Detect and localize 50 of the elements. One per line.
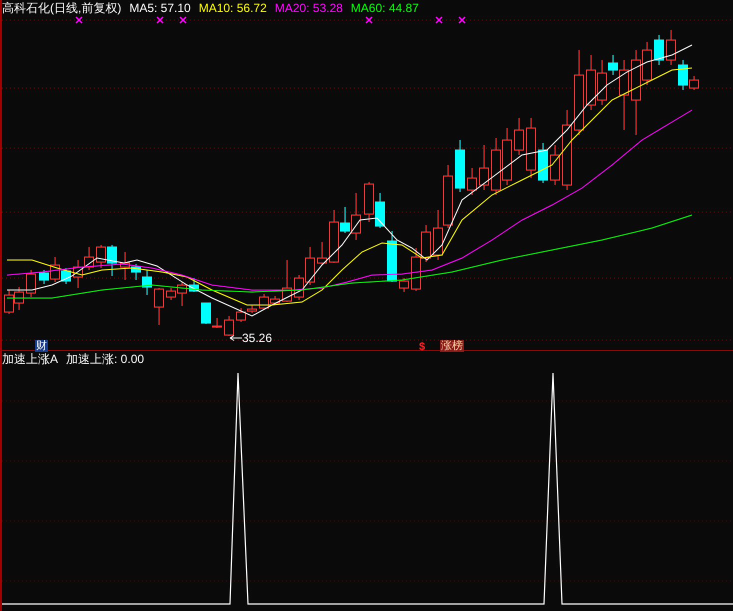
candlestick: [421, 224, 431, 262]
candlestick: [399, 278, 409, 292]
low-price-label: 35.26: [242, 330, 272, 346]
moving-average-value: MA10: 56.72: [198, 0, 267, 16]
candlestick: [550, 144, 560, 186]
candlestick: [433, 210, 443, 260]
candlestick: [96, 244, 106, 268]
candlestick: [189, 278, 199, 292]
indicator-reading: 加速上涨: 0.00: [66, 351, 144, 367]
cross-marker-icon: [156, 16, 164, 24]
candlestick: [467, 168, 477, 196]
candlestick: [364, 182, 374, 222]
candlestick: [14, 286, 24, 310]
chart-title: 高科石化(日线,前复权): [2, 0, 122, 16]
candlestick: [4, 290, 14, 314]
arrow-icon: [230, 335, 242, 341]
candlestick: [107, 244, 117, 276]
candlestick: [502, 128, 512, 186]
candlestick: [387, 230, 397, 282]
candlestick: [411, 248, 421, 292]
candlestick: [154, 288, 164, 326]
candlestick: [282, 260, 292, 302]
candlestick: [514, 118, 524, 156]
candlestick: [317, 242, 327, 266]
candlestick: [443, 164, 453, 228]
moving-average-value: MA20: 53.28: [274, 0, 343, 16]
candlestick: [586, 54, 596, 110]
cross-marker-icon: [75, 16, 83, 24]
candlestick: [84, 246, 94, 270]
candlestick: [491, 138, 501, 196]
dollar-marker[interactable]: $: [419, 341, 426, 353]
candlestick: [526, 118, 536, 178]
candlestick: [375, 192, 385, 228]
cross-marker-icon: [179, 16, 187, 24]
candlestick: [455, 140, 465, 192]
candlestick: [654, 34, 664, 66]
indicator-name: 加速上涨A: [2, 351, 58, 367]
ranking-badge[interactable]: 涨榜: [440, 340, 464, 352]
candlestick: [666, 30, 676, 66]
cross-marker-icon: [435, 16, 443, 24]
cross-marker-icon: [365, 16, 373, 24]
candlestick: [479, 144, 489, 190]
candlestick: [224, 316, 234, 336]
finance-badge[interactable]: 财: [35, 340, 48, 352]
moving-average-value: MA5: 57.10: [129, 0, 191, 16]
candlestick: [73, 260, 83, 288]
candlestick: [26, 270, 36, 298]
candlestick: [538, 142, 548, 184]
cross-marker-icon: [458, 16, 466, 24]
moving-average-value: MA60: 44.87: [350, 0, 419, 16]
